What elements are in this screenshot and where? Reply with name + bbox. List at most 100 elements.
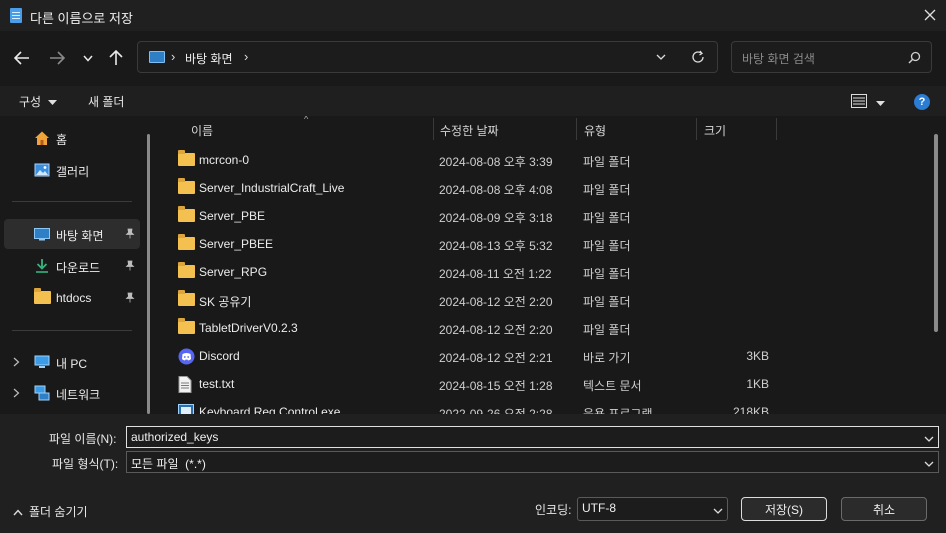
search-input[interactable]: 바탕 화면 검색 [731,41,932,73]
file-list: ^ 이름 수정한 날짜 유형 크기 mcrcon-0 2024-08-08 오후… [160,116,946,414]
chevron-down-icon [656,54,666,60]
column-header-name[interactable]: 이름 [191,122,213,139]
file-row[interactable]: Server_PBE 2024-08-09 오후 3:18 파일 폴더 [174,202,934,230]
filename-value: authorized_keys [131,430,219,444]
hide-folders-label: 폴더 숨기기 [29,505,88,519]
sidebar-item-home[interactable]: 홈 [4,123,140,153]
caret-down-icon[interactable] [48,95,57,109]
sidebar-item-label: 다운로드 [56,261,101,275]
chevron-down-icon[interactable] [713,504,723,518]
file-modified: 2024-08-09 오후 3:18 [439,211,553,225]
sidebar-item-label: 홈 [56,133,68,147]
sidebar-item-gallery[interactable]: 갤러리 [4,155,140,185]
column-divider[interactable] [433,118,434,140]
column-divider[interactable] [576,118,577,140]
desktop-icon [149,51,165,63]
file-row[interactable]: SK 공유기 2024-08-12 오전 2:20 파일 폴더 [174,286,934,314]
home-icon [34,130,50,146]
close-button[interactable] [918,5,942,25]
hide-folders-toggle[interactable]: 폴더 숨기기 [13,503,88,520]
file-row[interactable]: Discord 2024-08-12 오전 2:21 바로 가기 3KB [174,342,934,370]
column-header-modified[interactable]: 수정한 날짜 [440,122,499,139]
encoding-value: UTF-8 [582,501,616,515]
column-divider[interactable] [776,118,777,140]
arrow-left-icon [14,51,29,65]
file-type: 파일 폴더 [583,295,631,309]
sidebar-item-network[interactable]: 네트워크 [4,378,140,408]
file-row[interactable]: mcrcon-0 2024-08-08 오후 3:39 파일 폴더 [174,146,934,174]
file-modified: 2024-08-15 오전 1:28 [439,379,553,393]
filetype-value: 모든 파일 (*.*) [131,457,206,471]
file-modified: 2024-08-12 오전 2:21 [439,351,553,365]
discord-icon [178,348,195,365]
chevron-right-icon[interactable] [13,387,20,401]
refresh-icon [692,50,704,63]
save-options-panel: 파일 이름(N): authorized_keys 파일 형식(T): 모든 파… [0,414,946,533]
network-icon [34,385,50,401]
file-type: 바로 가기 [583,351,631,365]
caret-down-icon[interactable] [876,96,885,110]
breadcrumb-desktop[interactable]: 바탕 화면 [185,50,233,67]
sidebar-item-htdocs[interactable]: htdocs [4,283,140,313]
organize-button[interactable]: 구성 [19,93,41,110]
file-row[interactable]: Keyboard Reg Control.exe 2022-09-26 오전 2… [174,398,934,414]
folder-icon [178,290,195,307]
sidebar-item-label: 내 PC [56,357,88,371]
new-folder-button[interactable]: 새 폴더 [88,93,124,110]
recent-locations-button[interactable] [76,46,100,70]
file-row[interactable]: Server_RPG 2024-08-11 오전 1:22 파일 폴더 [174,258,934,286]
file-list-scrollbar[interactable] [934,134,938,332]
refresh-button[interactable] [691,50,705,67]
file-modified: 2024-08-08 오후 4:08 [439,183,553,197]
help-button[interactable]: ? [914,94,930,110]
chevron-down-icon[interactable] [924,432,934,446]
encoding-select[interactable]: UTF-8 [577,497,728,521]
column-divider[interactable] [696,118,697,140]
details-view-icon [851,94,867,108]
sidebar-item-label: 바탕 화면 [56,229,104,243]
filename-input[interactable]: authorized_keys [126,426,939,448]
file-type: 파일 폴더 [583,211,631,225]
gallery-icon [34,162,50,178]
file-modified: 2024-08-12 오전 2:20 [439,323,553,337]
arrow-up-icon [109,50,123,65]
view-options-button[interactable] [851,94,867,111]
file-size: 1KB [746,377,769,391]
address-bar[interactable]: › 바탕 화면 › [137,41,718,73]
file-name: Server_IndustrialCraft_Live [199,181,345,195]
sidebar-item-label: htdocs [56,291,92,305]
filetype-select[interactable]: 모든 파일 (*.*) [126,451,939,473]
sidebar-item-this-pc[interactable]: 내 PC [4,347,140,377]
file-row[interactable]: test.txt 2024-08-15 오전 1:28 텍스트 문서 1KB [174,370,934,398]
sidebar-item-label: 네트워크 [56,388,101,402]
column-header-size[interactable]: 크기 [704,122,726,139]
sidebar-item-downloads[interactable]: 다운로드 [4,251,140,281]
breadcrumb-separator-icon[interactable]: › [171,49,175,64]
file-size: 218KB [732,405,769,414]
up-button[interactable] [104,46,128,70]
back-button[interactable] [10,46,34,70]
file-type: 파일 폴더 [583,239,631,253]
sidebar-item-desktop[interactable]: 바탕 화면 [4,219,140,249]
pin-icon [125,228,135,242]
sidebar-scrollbar[interactable] [147,134,150,414]
breadcrumb-separator-icon[interactable]: › [244,49,248,64]
file-row[interactable]: Server_IndustrialCraft_Live 2024-08-08 오… [174,174,934,202]
address-history-button[interactable] [656,50,666,67]
file-row[interactable]: TabletDriverV0.2.3 2024-08-12 오전 2:20 파일… [174,314,934,342]
folder-icon [178,262,195,279]
close-icon [924,9,936,21]
title-bar: 다른 이름으로 저장 [0,0,946,31]
save-button[interactable]: 저장(S) [741,497,827,521]
chevron-right-icon[interactable] [13,356,20,370]
forward-button[interactable] [45,46,69,70]
chevron-down-icon[interactable] [924,457,934,471]
desktop-icon [34,226,50,242]
file-size: 3KB [746,349,769,363]
cancel-button[interactable]: 취소 [841,497,927,521]
file-name: SK 공유기 [199,295,252,309]
chevron-up-icon [13,509,23,516]
column-header-type[interactable]: 유형 [584,122,606,139]
file-row[interactable]: Server_PBEE 2024-08-13 오후 5:32 파일 폴더 [174,230,934,258]
encoding-label: 인코딩: [535,503,572,517]
